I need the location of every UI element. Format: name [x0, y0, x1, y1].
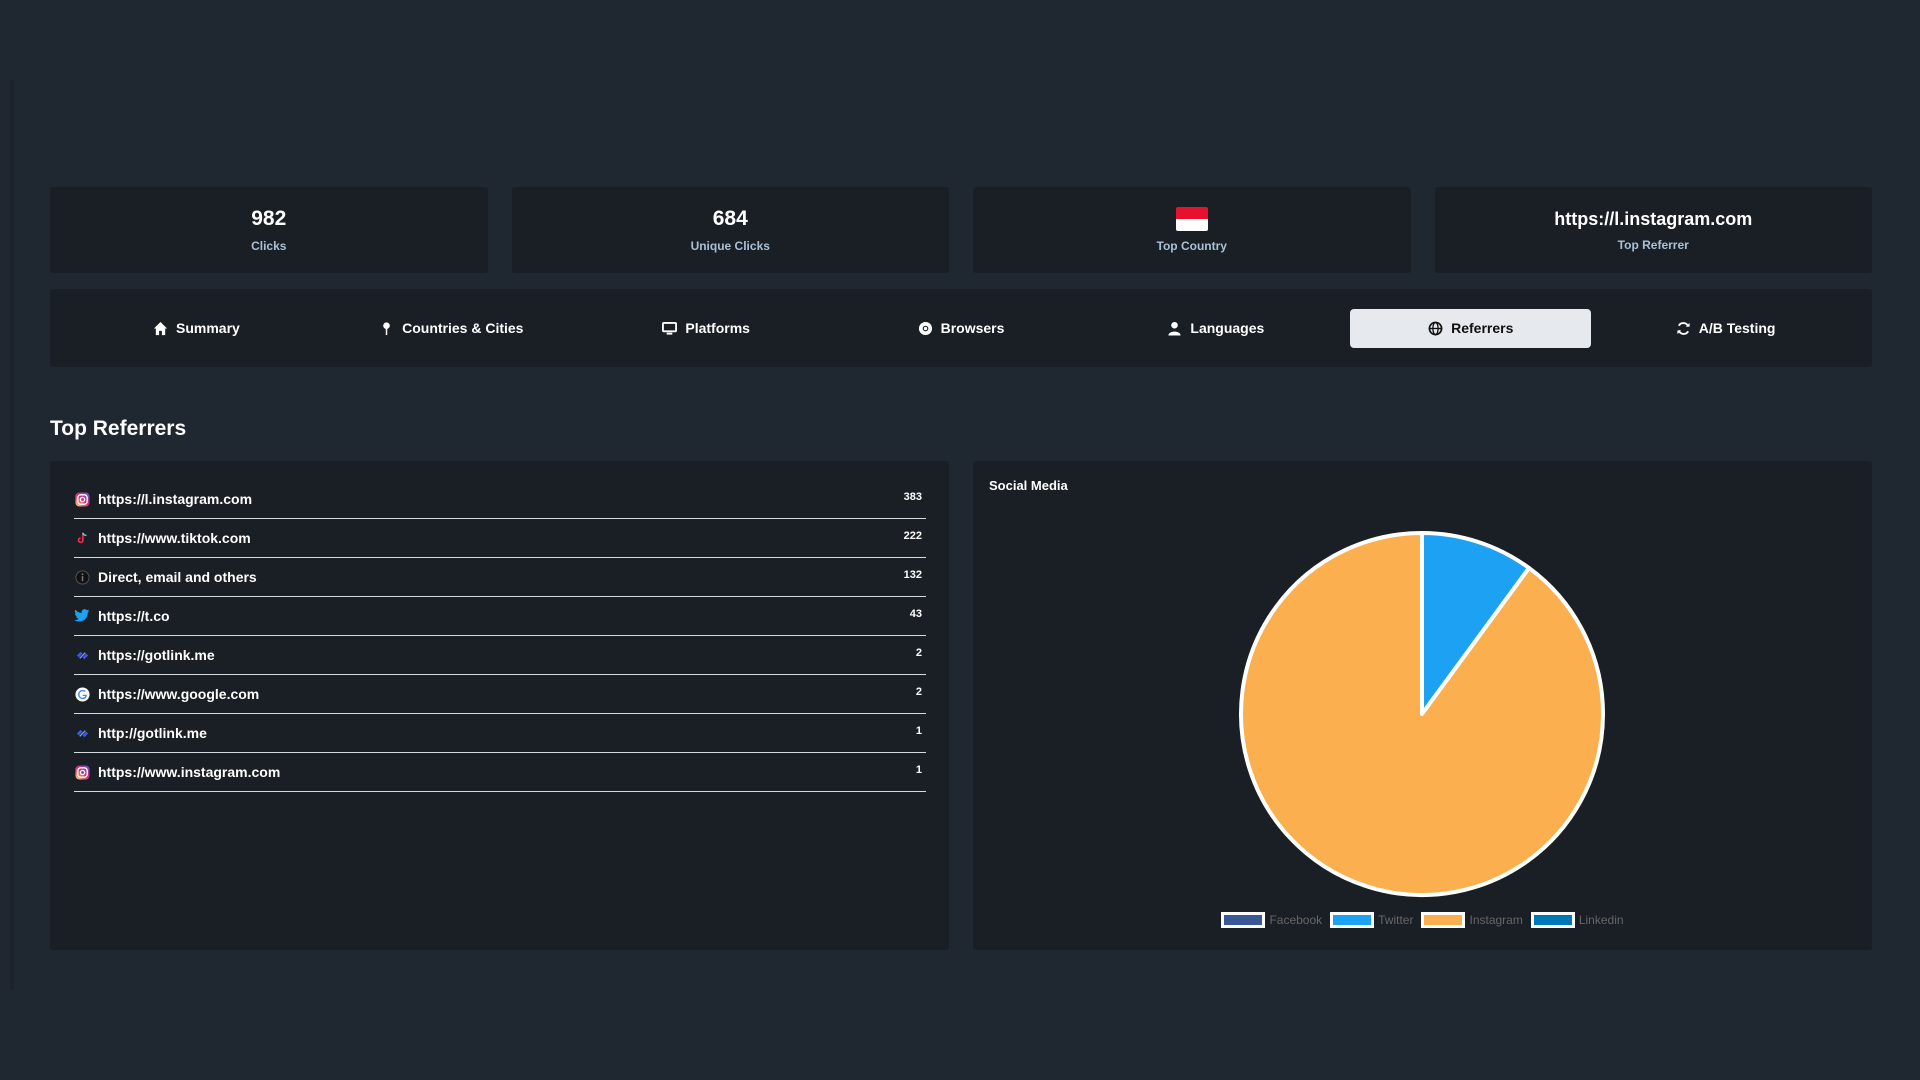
- tab-label: Summary: [176, 320, 240, 336]
- info-icon: [74, 569, 90, 585]
- legend-swatch: [1330, 912, 1375, 928]
- legend-item-twitter[interactable]: Twitter: [1330, 912, 1413, 928]
- list-item[interactable]: https://www.instagram.com 1: [74, 753, 926, 792]
- twitter-icon: [74, 608, 90, 624]
- referrer-name: https://www.instagram.com: [98, 764, 281, 780]
- legend-swatch: [1530, 912, 1575, 928]
- tab-browsers[interactable]: Browsers: [841, 309, 1082, 348]
- stat-label: Top Country: [1156, 239, 1227, 253]
- tab-languages[interactable]: Languages: [1095, 309, 1336, 348]
- gotlink-icon: [74, 647, 90, 663]
- tab-ab-testing[interactable]: A/B Testing: [1605, 309, 1846, 348]
- list-item[interactable]: https://www.tiktok.com 222: [74, 519, 926, 558]
- referrer-list: https://l.instagram.com 383 https://www.…: [74, 480, 926, 792]
- tab-label: A/B Testing: [1698, 320, 1776, 336]
- desktop-icon: [662, 321, 678, 335]
- stat-label: Unique Clicks: [690, 239, 770, 253]
- referrer-count: 43: [909, 608, 922, 620]
- tab-summary[interactable]: Summary: [76, 309, 317, 348]
- stat-label: Clicks: [251, 239, 287, 253]
- country-flag-icon: [1175, 207, 1208, 231]
- list-item[interactable]: https://gotlink.me 2: [74, 636, 926, 675]
- list-item[interactable]: https://www.google.com 2: [74, 675, 926, 714]
- referrer-name: Direct, email and others: [98, 569, 257, 585]
- list-item[interactable]: https://l.instagram.com 383: [74, 480, 926, 519]
- chart-legend: Facebook Twitter Instagram Linkedin: [973, 912, 1872, 928]
- tab-bar: Summary Countries & Cities Platforms Bro…: [50, 289, 1872, 367]
- referrer-count: 2: [915, 686, 922, 698]
- google-icon: [74, 686, 90, 702]
- tab-label: Languages: [1190, 320, 1265, 336]
- list-item[interactable]: http://gotlink.me 1: [74, 714, 926, 753]
- left-edge-bar: [10, 80, 14, 990]
- stat-top-referrer: https://l.instagram.com Top Referrer: [1434, 187, 1872, 273]
- user-icon: [1168, 321, 1181, 336]
- referrer-count: 132: [903, 569, 922, 581]
- home-icon: [153, 321, 168, 335]
- stat-label: Top Referrer: [1617, 237, 1689, 252]
- referrer-name: https://www.google.com: [98, 686, 260, 702]
- referrers-panel: https://l.instagram.com 383 https://www.…: [50, 461, 949, 950]
- referrer-count: 1: [915, 725, 922, 737]
- tiktok-icon: [74, 530, 90, 546]
- legend-label: Facebook: [1269, 913, 1323, 927]
- referrer-name: https://l.instagram.com: [98, 491, 253, 507]
- list-item[interactable]: Direct, email and others 132: [74, 558, 926, 597]
- referrer-name: https://gotlink.me: [98, 647, 215, 663]
- instagram-icon: [74, 491, 90, 507]
- panels: https://l.instagram.com 383 https://www.…: [50, 461, 1872, 950]
- tab-label: Referrers: [1451, 320, 1514, 336]
- social-media-panel: Social Media Facebook Twitter Instagram Lin…: [973, 461, 1872, 950]
- instagram-icon: [74, 764, 90, 780]
- stat-value: https://l.instagram.com: [1554, 208, 1753, 229]
- stat-value: 684: [712, 207, 748, 230]
- map-pin-icon: [383, 321, 390, 335]
- legend-item-linkedin[interactable]: Linkedin: [1530, 912, 1624, 928]
- section-title: Top Referrers: [50, 417, 187, 440]
- list-item[interactable]: https://t.co 43: [74, 597, 926, 636]
- tab-countries-cities[interactable]: Countries & Cities: [331, 309, 572, 348]
- referrer-name: https://t.co: [98, 608, 170, 624]
- stat-unique-clicks: 684 Unique Clicks: [511, 187, 949, 273]
- referrer-count: 2: [915, 647, 922, 659]
- stat-top-country: Top Country: [973, 187, 1411, 273]
- tab-label: Browsers: [940, 320, 1005, 336]
- legend-swatch: [1221, 912, 1266, 928]
- dashboard: 982 Clicks 684 Unique Clicks Top Country…: [50, 187, 1872, 950]
- globe-icon: [1428, 321, 1443, 335]
- stats-row: 982 Clicks 684 Unique Clicks Top Country…: [50, 187, 1872, 273]
- stat-value: 982: [251, 207, 287, 230]
- pie-slice-instagram[interactable]: [1239, 531, 1605, 897]
- referrer-count: 383: [903, 491, 922, 503]
- tab-label: Platforms: [685, 320, 750, 336]
- gotlink-icon: [74, 725, 90, 741]
- pie-chart: [1239, 531, 1605, 897]
- referrer-name: https://www.tiktok.com: [98, 530, 251, 546]
- referrer-count: 1: [915, 764, 922, 776]
- legend-label: Twitter: [1378, 913, 1414, 927]
- legend-item-facebook[interactable]: Facebook: [1221, 912, 1322, 928]
- tab-label: Countries & Cities: [402, 320, 524, 336]
- legend-label: Instagram: [1469, 913, 1523, 927]
- legend-item-instagram[interactable]: Instagram: [1421, 912, 1523, 928]
- sync-icon: [1677, 321, 1690, 335]
- referrer-count: 222: [903, 530, 922, 542]
- legend-swatch: [1421, 912, 1466, 928]
- tab-referrers[interactable]: Referrers: [1350, 308, 1592, 348]
- chrome-icon: [918, 321, 932, 335]
- stat-clicks: 982 Clicks: [50, 187, 488, 273]
- legend-label: Linkedin: [1578, 913, 1624, 927]
- tab-platforms[interactable]: Platforms: [586, 309, 827, 348]
- referrer-name: http://gotlink.me: [98, 725, 207, 741]
